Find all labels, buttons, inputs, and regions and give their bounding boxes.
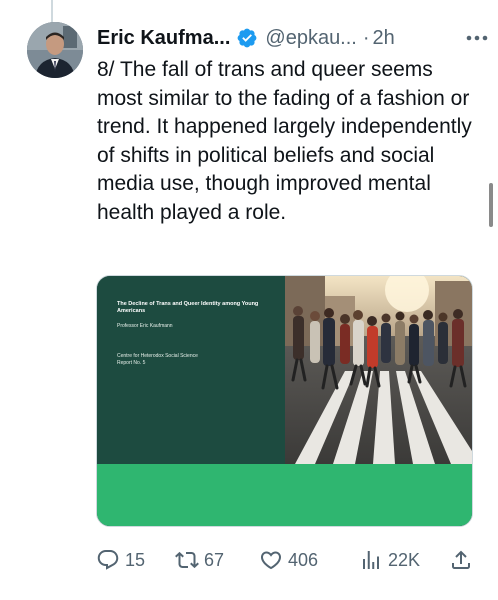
reply-button[interactable]: 15 xyxy=(96,545,145,575)
crowd-crosswalk-photo xyxy=(285,276,472,464)
views-button[interactable]: 22K xyxy=(359,545,420,575)
timestamp[interactable]: 2h xyxy=(373,27,395,50)
repost-button[interactable]: 67 xyxy=(175,545,224,575)
repost-icon xyxy=(175,548,199,572)
report-author: Professor Eric Kaufmann xyxy=(117,323,173,329)
views-count: 22K xyxy=(388,549,421,570)
report-publisher-line: Centre for Heterodox Social Science xyxy=(117,353,198,359)
display-name[interactable]: Eric Kaufma... xyxy=(97,27,230,50)
verified-badge-icon[interactable] xyxy=(236,27,258,49)
tweet-screen: Eric Kaufma... @epkau... · 2h 8/ The fal… xyxy=(0,0,498,600)
tweet-media-image[interactable]: The Decline of Trans and Queer Identity … xyxy=(96,275,473,527)
avatar-photo xyxy=(27,22,83,78)
tweet-header: Eric Kaufma... @epkau... · 2h xyxy=(97,24,489,52)
tweet-action-bar: 15 67 406 22K xyxy=(96,545,476,575)
more-icon[interactable] xyxy=(465,28,489,48)
like-icon xyxy=(259,548,283,572)
tweet-text: 8/ The fall of trans and queer seems mos… xyxy=(97,58,472,224)
avatar[interactable] xyxy=(27,22,83,78)
scrollbar[interactable] xyxy=(489,183,493,227)
report-cover-footer xyxy=(97,464,472,526)
thread-connector-line xyxy=(51,0,53,22)
views-icon xyxy=(359,548,383,572)
repost-count: 67 xyxy=(204,549,225,570)
share-icon xyxy=(449,548,473,572)
separator-dot: · xyxy=(362,26,370,49)
like-count: 406 xyxy=(288,549,319,570)
handle[interactable]: @epkau... xyxy=(265,27,356,50)
report-number: Report No. 5 xyxy=(117,360,146,366)
share-button[interactable] xyxy=(449,545,473,575)
report-publisher: Centre for Heterodox Social Science Repo… xyxy=(117,353,198,367)
reply-count: 15 xyxy=(125,549,146,570)
report-title: The Decline of Trans and Queer Identity … xyxy=(117,301,259,314)
reply-icon xyxy=(96,548,120,572)
report-cover-panel: The Decline of Trans and Queer Identity … xyxy=(97,276,285,464)
like-button[interactable]: 406 xyxy=(259,545,318,575)
